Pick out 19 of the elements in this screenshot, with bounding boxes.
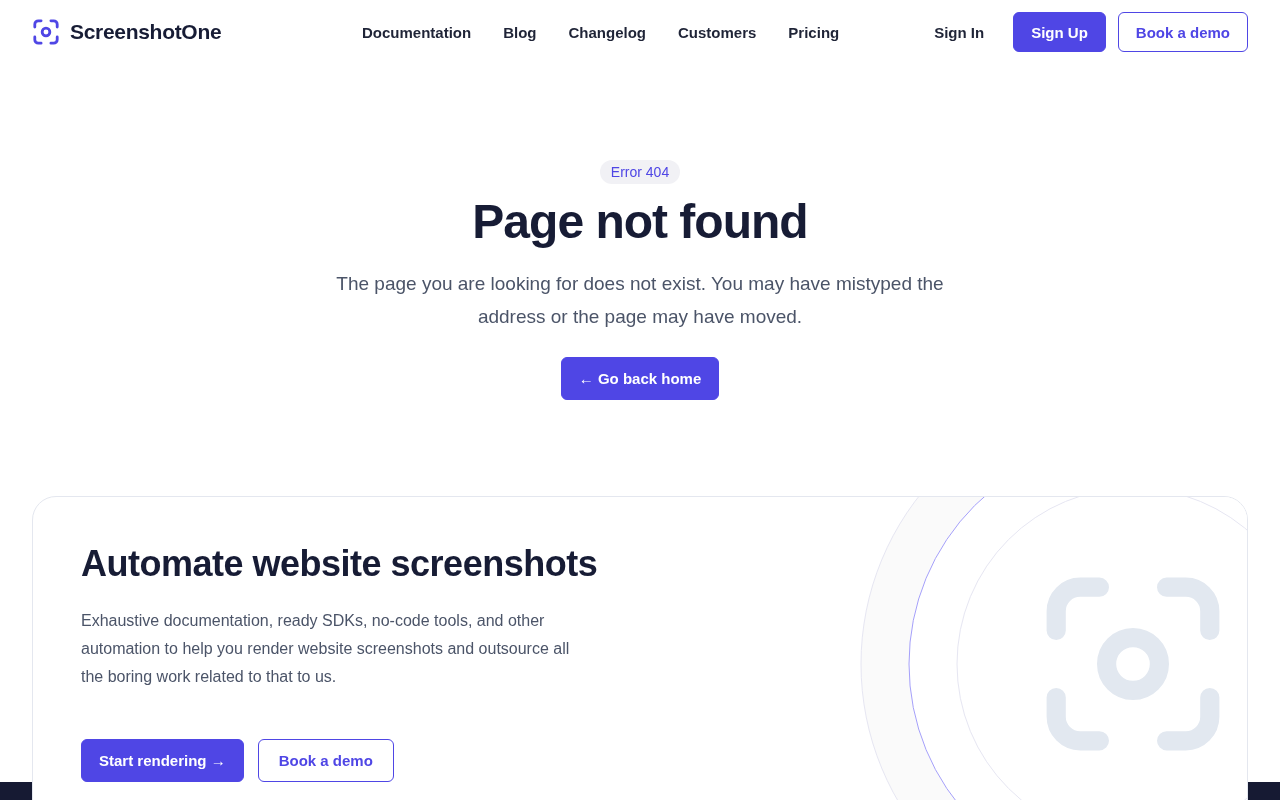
nav-link[interactable]: Changelog	[568, 23, 646, 41]
camera-frame-icon	[1046, 577, 1220, 751]
nav-link[interactable]: Customers	[678, 23, 757, 41]
error-message: The page you are looking for does not exist. You may have mistyped the address or the page may have moved.	[335, 272, 945, 329]
book-demo-button[interactable]: Book a demo	[257, 739, 394, 782]
book-demo-button[interactable]: Book a demo	[1117, 12, 1248, 52]
page-title: Page not found	[472, 194, 808, 249]
nav-link[interactable]: Blog	[503, 23, 537, 41]
sign-in-link[interactable]: Sign In	[934, 23, 985, 41]
logo-icon	[32, 18, 60, 46]
promo-title: Automate website screenshots	[81, 543, 599, 585]
brand-name[interactable]: ScreenshotOne	[70, 20, 222, 44]
nav-link[interactable]: Pricing	[788, 23, 840, 41]
promo-text: Exhaustive documentation, ready SDKs, no-code tools, and other automation to help you render website screenshots and outsource all the boring work related to that to us.	[81, 611, 571, 687]
error-badge: Error 404	[599, 160, 681, 184]
go-home-button[interactable]: ← Go back home	[560, 357, 720, 400]
sign-up-button[interactable]: Sign Up	[1013, 12, 1106, 52]
start-rendering-button[interactable]: Start rendering →	[81, 739, 244, 782]
nav-link[interactable]: Documentation	[362, 23, 472, 41]
